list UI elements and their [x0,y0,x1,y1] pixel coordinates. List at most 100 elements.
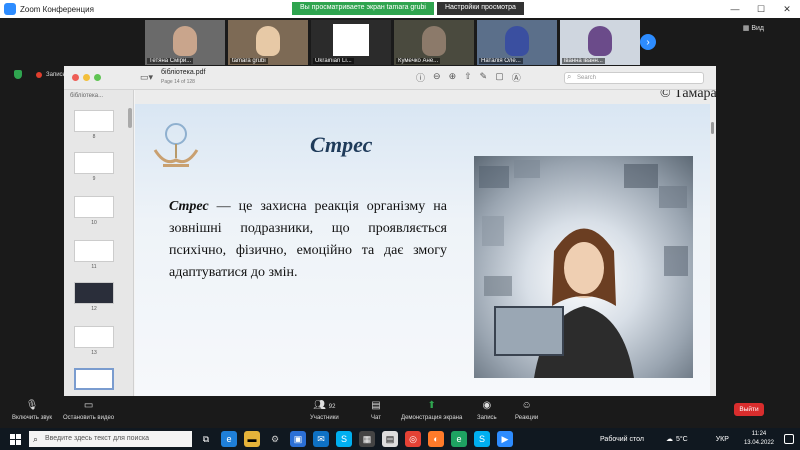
clock-time: 11:24 [751,431,767,437]
skype-icon[interactable]: S [336,431,352,447]
taskbar-clock[interactable]: 11:24 13.04.2022 [744,430,774,448]
participants-button[interactable]: 👥︎ 92 Участники [310,400,339,421]
annotate-icon[interactable]: Ⓐ [512,71,521,84]
window-title: Zoom Конференция [20,4,94,14]
share-screen-button[interactable]: ⬆ Демонстрация экрана [401,400,462,421]
participant-name: Кумечко Ане... [396,58,441,64]
clock-date: 13.04.2022 [743,440,774,446]
app-icon[interactable]: ▤ [382,431,398,447]
file-explorer-icon[interactable]: ▬ [244,431,260,447]
participant-tile[interactable]: Тетяна Сміри... [145,20,225,65]
slide-term: Стрес [169,199,209,214]
page-thumbnail[interactable] [74,110,114,132]
pdf-search-input[interactable]: Search [564,72,704,84]
participant-name: Наталія Оле... [479,58,523,64]
view-button[interactable]: ▦ Вид [743,24,764,32]
language-indicator[interactable]: УКР [716,436,729,443]
page-thumbnail-selected[interactable] [74,368,114,390]
pdf-tools: ⓘ ⊖ ⊕ ⇧ ✎ ▢ Ⓐ [416,71,521,84]
participant-name: Тетяна Сміри... [147,58,194,64]
edge-alt-icon[interactable]: e [451,431,467,447]
taskbar-search-input[interactable]: Введите здесь текст для поиска [29,431,192,447]
page-thumbnail[interactable] [74,196,114,218]
close-icon[interactable]: ✕ [774,0,800,18]
maximize-icon[interactable]: ☐ [748,0,774,18]
library-logo-icon [333,24,369,56]
participant-tile[interactable]: tamara grubi [228,20,308,65]
info-icon[interactable]: ⓘ [416,71,425,84]
record-label: Запись [477,415,497,421]
zoom-taskbar-icon[interactable]: ▶ [497,431,513,447]
shared-pdf-window: ▭▾ бібліотека.pdf Page 14 of 128 ⓘ ⊖ ⊕ ⇧… [64,66,716,396]
settings-icon[interactable]: ⚙ [267,431,283,447]
desktop-label[interactable]: Рабочий стол [600,436,644,443]
page-thumbnail[interactable] [74,326,114,348]
participant-video [588,26,612,56]
slide: Стрес Стрес — це захисна реакція організ… [135,104,710,396]
window-controls: — ☐ ✕ [722,0,800,18]
close-window-icon[interactable] [72,74,79,81]
rotate-icon[interactable]: ▢ [495,71,504,84]
video-camera-icon: ▭ [83,400,94,411]
reactions-label: Реакции [515,415,539,421]
zoom-window-icon[interactable] [94,74,101,81]
participant-tile[interactable]: Кумечко Ане... [394,20,474,65]
page-number: 8 [92,134,96,140]
tree-hands-logo-icon [153,123,199,167]
page-indicator: Page 14 of 128 [161,79,195,85]
zoom-logo-icon [4,3,16,15]
unmute-button[interactable]: 🎙︎ Включить звук [12,400,52,421]
sidebar-scrollbar[interactable] [128,108,132,128]
participant-tile[interactable]: Наталія Оле... [477,20,557,65]
pdf-page-view: Стрес Стрес — це захисна реакція організ… [135,90,716,396]
recording-indicator: Запись [14,70,66,79]
record-button[interactable]: ◉ Запись [477,400,497,421]
sidebar-toggle-icon[interactable]: ▭▾ [140,72,153,83]
view-options-button[interactable]: Настройки просмотра [436,2,524,15]
chat-button[interactable]: ▤ Чат [371,400,381,421]
firefox-icon[interactable]: ◐ [428,431,444,447]
participants-icon: 👥︎ 92 [313,400,336,411]
next-participants-icon[interactable]: › [640,34,656,50]
page-number: 10 [91,220,97,226]
viewing-banner: Вы просматриваете экран tamara grubi [292,2,434,15]
markup-icon[interactable]: ✎ [480,71,488,84]
participant-tile[interactable]: іванна іванн... [560,20,640,65]
temperature: 5°C [675,435,688,443]
reactions-button[interactable]: ☺ Реакции [515,400,538,421]
mail-icon[interactable]: ✉ [313,431,329,447]
participant-video [422,26,446,56]
copyright-text: © Тамара Грубі [660,90,716,101]
notification-icon[interactable] [784,434,794,444]
slide-definition: — це захисна реакція організму на зовніш… [169,199,447,280]
page-thumbnail[interactable] [74,282,114,304]
page-thumbnail[interactable] [74,152,114,174]
share-icon[interactable]: ⇧ [464,71,472,84]
slide-body: Стрес — це захисна реакція організму на … [169,196,447,284]
weather-icon: ☁ [665,436,673,443]
participant-tile[interactable]: Ukrainian Li... [311,20,391,65]
unmute-label: Включить звук [12,415,53,421]
calculator-icon[interactable]: ▦ [359,431,375,447]
leave-button[interactable]: Выйти [734,403,764,416]
skype-alt-icon[interactable]: S [474,431,490,447]
traffic-lights [72,74,101,81]
minimize-window-icon[interactable] [83,74,90,81]
pdf-thumbnail-sidebar: бібліотека... 8 9 10 11 12 13 [64,90,134,396]
task-view-icon[interactable]: ⧉ [198,431,214,447]
participant-video [173,26,197,56]
store-icon[interactable]: ▣ [290,431,306,447]
edge-icon[interactable]: e [221,431,237,447]
minimize-icon[interactable]: — [722,0,748,18]
zoom-control-bar: 🎙︎ Включить звук ▭ Остановить видео 👥︎ 9… [0,396,800,428]
record-icon: ◉ [482,400,492,411]
recording-label: Запись [46,71,66,78]
windows-start-icon[interactable] [6,430,24,448]
page-thumbnail[interactable] [74,240,114,262]
content-scrollbar[interactable] [711,122,714,134]
zoom-out-icon[interactable]: ⊖ [433,71,441,84]
stop-video-button[interactable]: ▭ Остановить видео [63,400,114,421]
share-screen-label: Демонстрация экрана [401,415,463,421]
zoom-in-icon[interactable]: ⊕ [449,71,457,84]
chrome-icon[interactable]: ◎ [405,431,421,447]
